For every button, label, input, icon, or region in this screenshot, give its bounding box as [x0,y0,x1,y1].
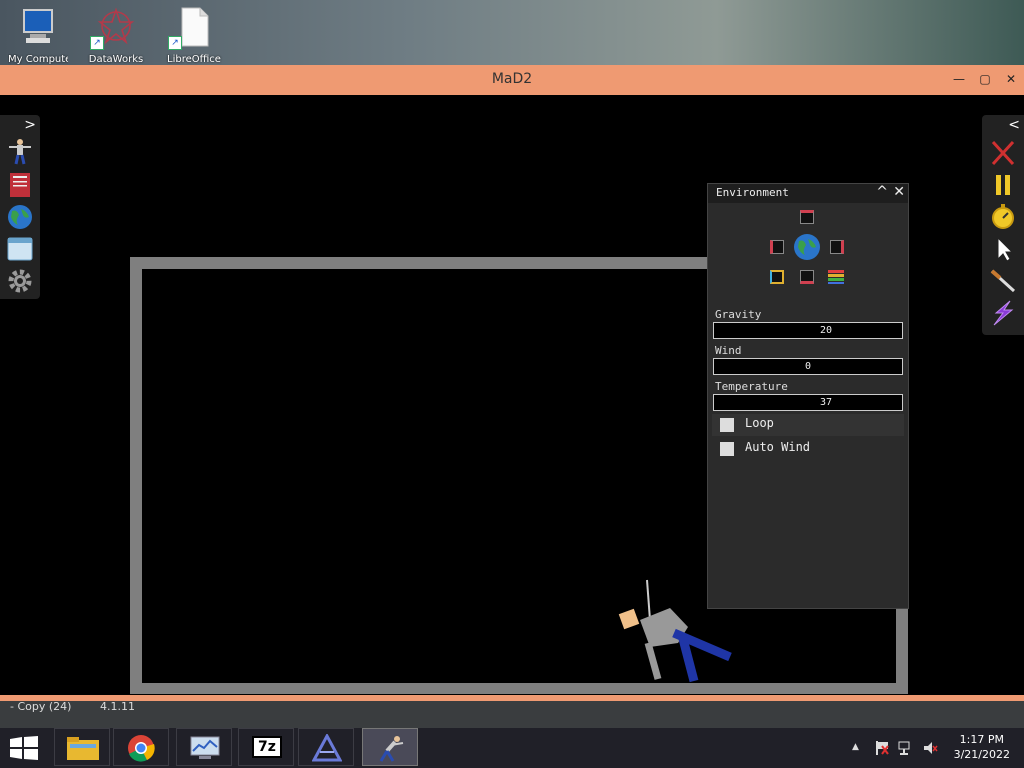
collapse-toolbar-button[interactable]: < [1008,117,1020,133]
wall-bottom-toggle[interactable] [800,270,814,284]
cursor-icon[interactable] [988,235,1018,263]
gravity-label: Gravity [715,308,762,321]
close-panel-button[interactable]: ✕ [893,184,905,200]
7zip-icon: 7z [252,736,282,758]
wall-top-toggle[interactable] [800,210,814,224]
auto-wind-row[interactable]: Auto Wind [712,438,904,460]
network-icon[interactable] [898,740,914,756]
desktop-icon-label: My Computer [8,54,68,65]
taskbar-7zip[interactable]: 7z [238,728,294,766]
desktop-icon-libreoffice[interactable]: ↗ LibreOffice [164,6,224,66]
window-title: MaD2 [491,71,533,87]
temperature-slider[interactable]: 37 [713,394,903,411]
desktop-icon-label: LibreOffice [167,54,221,65]
desktop-icon-label: DataWorks [88,54,144,65]
wind-slider[interactable]: 0 [713,358,903,375]
gravity-value: 20 [819,325,833,336]
taskbar-file-explorer[interactable] [54,728,110,766]
globe-icon[interactable] [5,203,35,231]
taskbar-app-launcher[interactable] [298,728,354,766]
pause-icon[interactable] [988,171,1018,199]
collapse-panel-button[interactable]: ^ [876,184,888,200]
environment-panel-header[interactable]: Environment ^ ✕ [708,184,908,203]
gear-icon[interactable] [5,267,35,295]
clock-date: 3/21/2022 [953,748,1010,761]
loop-label: Loop [745,416,774,430]
auto-wind-label: Auto Wind [745,440,811,454]
globe-icon[interactable] [792,232,822,262]
environment-panel-title: Environment [716,186,789,199]
all-walls-toggle[interactable] [770,270,784,284]
expand-toolbar-button[interactable]: > [24,117,36,133]
taskbar-chrome[interactable] [113,728,169,766]
desktop-background: My Computer ↗ DataWorks ↗ LibreOffice [0,0,1024,66]
window-status-area: - Copy (24) 4.1.11 [0,700,1024,728]
ragdoll-icon[interactable] [5,137,35,165]
close-window-button[interactable]: ✕ [998,69,1024,89]
lightning-icon[interactable] [988,299,1018,327]
loop-row[interactable]: Loop [712,414,904,436]
window-icon[interactable] [5,235,35,263]
monitor-chart-icon [190,736,220,759]
start-windows-icon[interactable] [10,736,38,760]
wall-left-toggle[interactable] [770,240,784,254]
clock-time: 1:17 PM [959,733,1004,746]
minimize-button[interactable]: — [946,69,972,89]
wind-value: 0 [804,361,812,372]
taskbar: 7z ▲ 1:17 PM 3/21/2022 [0,728,1024,768]
desktop-icon-data-app[interactable]: ↗ DataWorks [86,6,146,66]
auto-wind-checkbox[interactable] [720,442,734,456]
folder-icon [67,737,99,760]
ragdoll-head [618,608,640,630]
stopwatch-icon[interactable] [988,203,1018,231]
taskbar-mad2-game[interactable] [362,728,418,766]
a-logo-icon [312,734,342,762]
chrome-icon [128,735,155,762]
computer-icon [23,9,53,43]
environment-panel: Environment ^ ✕ Gravity 20 Wind 0 Temper… [707,183,909,609]
status-version: 4.1.11 [100,700,135,713]
status-file-label: - Copy (24) [10,700,72,713]
volume-muted-icon[interactable] [922,740,938,756]
left-toolbar: > [0,115,40,299]
maximize-button[interactable]: ▢ [972,69,998,89]
action-center-flag-icon[interactable] [874,740,890,756]
window-titlebar[interactable]: MaD2 — ▢ ✕ [0,65,1024,95]
knife-icon[interactable] [988,267,1018,295]
shortcut-arrow-icon: ↗ [90,36,104,50]
taskbar-system-monitor[interactable] [176,728,232,766]
temperature-value: 37 [819,397,833,408]
color-stripes-icon[interactable] [828,270,844,284]
tray-overflow-button[interactable]: ▲ [852,742,859,752]
wind-label: Wind [715,344,742,357]
temperature-label: Temperature [715,380,788,393]
book-icon[interactable] [5,171,35,199]
ragdoll-icon [379,736,404,762]
gravity-slider[interactable]: 20 [713,322,903,339]
system-clock[interactable]: 1:17 PM 3/21/2022 [954,732,1010,762]
loop-checkbox[interactable] [720,418,734,432]
desktop-icon-my-computer[interactable]: My Computer [8,6,68,66]
close-x-icon[interactable] [988,139,1018,167]
wall-right-toggle[interactable] [830,240,844,254]
right-toolbar: < [982,115,1024,335]
shortcut-arrow-icon: ↗ [168,36,182,50]
